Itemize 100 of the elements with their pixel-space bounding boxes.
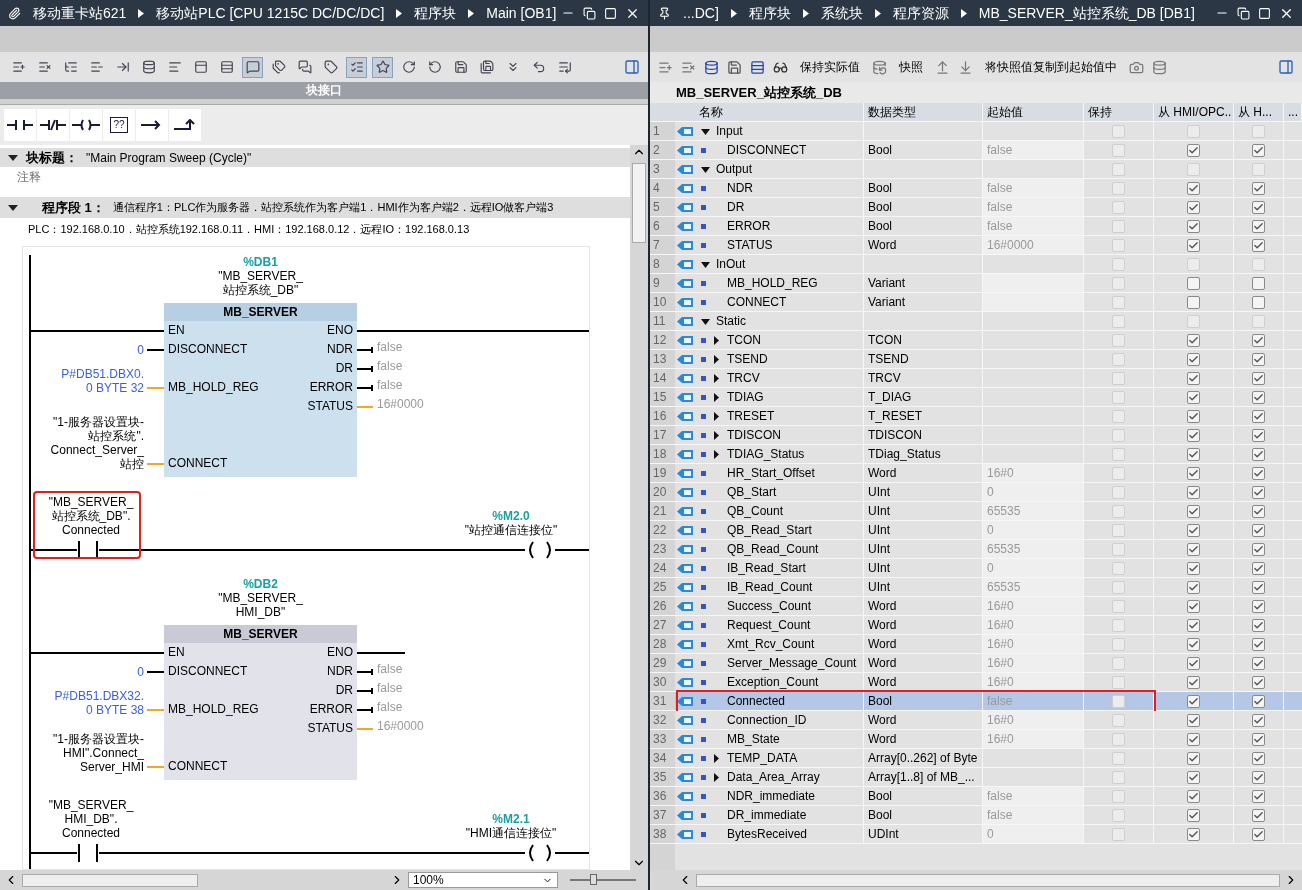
table-row[interactable]: 24 IB_Read_Start UInt 0	[650, 559, 1302, 578]
checkbox[interactable]	[1252, 428, 1265, 442]
table-row[interactable]: 30 Exception_Count Word 16#0	[650, 673, 1302, 692]
checkbox[interactable]	[1252, 276, 1265, 290]
toolbar-button[interactable]: 保持实际值	[796, 58, 864, 76]
checkbox[interactable]	[1252, 485, 1265, 499]
checkbox[interactable]	[1112, 181, 1125, 195]
table-row[interactable]: 21 QB_Count UInt 65535	[650, 502, 1302, 521]
table-row[interactable]: 33 MB_State Word 16#0	[650, 730, 1302, 749]
table-row[interactable]: 31 Connected Bool false	[650, 692, 1302, 711]
checkbox[interactable]	[1252, 466, 1265, 480]
checkbox[interactable]	[1187, 124, 1200, 138]
table-row[interactable]: 14 TRCV TRCV	[650, 369, 1302, 388]
breadcrumb-item[interactable]: MB_SERVER_站控系统_DB [DB1]	[978, 2, 1195, 24]
checkbox[interactable]	[1187, 732, 1200, 746]
checkbox[interactable]	[1187, 713, 1200, 727]
column-header[interactable]: 保持	[1084, 103, 1154, 121]
checkbox[interactable]	[1187, 580, 1200, 594]
checkbox[interactable]	[1112, 675, 1125, 689]
checkbox[interactable]	[1187, 295, 1200, 309]
checkbox[interactable]	[1112, 637, 1125, 651]
checkbox[interactable]	[1187, 257, 1200, 271]
checkbox[interactable]	[1252, 713, 1265, 727]
checkbox[interactable]	[1112, 409, 1125, 423]
maximize-icon[interactable]	[1258, 6, 1271, 20]
list-x-icon[interactable]	[681, 59, 696, 75]
triangle-down-icon[interactable]	[8, 153, 18, 162]
zoom-field[interactable]: 100%	[408, 872, 558, 888]
checkbox[interactable]	[1112, 542, 1125, 556]
triangle-down-icon[interactable]	[701, 164, 710, 174]
checkbox[interactable]	[1187, 675, 1200, 689]
checkbox[interactable]	[1187, 789, 1200, 803]
checkbox[interactable]	[1187, 466, 1200, 480]
triangle-down-icon[interactable]	[8, 203, 18, 212]
checkbox[interactable]	[1112, 257, 1125, 271]
triangle-right-icon[interactable]	[712, 335, 721, 345]
table-row[interactable]: 3 Output	[650, 160, 1302, 179]
checkbox[interactable]	[1252, 200, 1265, 214]
table-row[interactable]: 2 DISCONNECT Bool false	[650, 141, 1302, 160]
database-icon[interactable]	[704, 59, 719, 75]
checkbox[interactable]	[1112, 485, 1125, 499]
checkbox[interactable]	[1112, 504, 1125, 518]
checkbox[interactable]	[1112, 352, 1125, 366]
checkbox[interactable]	[1252, 352, 1265, 366]
column-header[interactable]: 数据类型	[864, 103, 983, 121]
restore-icon[interactable]	[583, 6, 596, 20]
checkbox[interactable]	[1252, 257, 1265, 271]
checkbox[interactable]	[1112, 789, 1125, 803]
toolbar-button[interactable]	[346, 56, 367, 78]
triangle-right-icon[interactable]	[712, 354, 721, 364]
toolbar-button[interactable]	[242, 56, 263, 78]
checkbox[interactable]	[1252, 770, 1265, 784]
triangle-down-icon[interactable]	[701, 259, 710, 269]
table-row[interactable]: 11 Static	[650, 312, 1302, 331]
restore-icon[interactable]	[1237, 6, 1250, 20]
ladder-element-button[interactable]	[136, 109, 168, 141]
table-row[interactable]: 26 Success_Count Word 16#0	[650, 597, 1302, 616]
checkbox[interactable]	[1252, 751, 1265, 765]
checkbox[interactable]	[1252, 542, 1265, 556]
checkbox[interactable]	[1112, 200, 1125, 214]
checkbox[interactable]	[1187, 238, 1200, 252]
table-row[interactable]: 32 Connection_ID Word 16#0	[650, 711, 1302, 730]
checkbox[interactable]	[1252, 523, 1265, 537]
checkbox[interactable]	[1252, 808, 1265, 822]
rows-icon[interactable]	[750, 59, 765, 75]
checkbox[interactable]	[1187, 504, 1200, 518]
checkbox[interactable]	[1187, 371, 1200, 385]
vertical-scrollbar[interactable]	[630, 145, 648, 870]
checkbox[interactable]	[1112, 371, 1125, 385]
horizontal-scrollbar[interactable]	[22, 873, 198, 887]
checkbox[interactable]	[1112, 219, 1125, 233]
breadcrumb-item[interactable]: 程序块	[414, 2, 457, 24]
checkbox[interactable]	[1252, 143, 1265, 157]
column-header[interactable]: 从 H...	[1234, 103, 1284, 121]
checkbox[interactable]	[1112, 561, 1125, 575]
table-row[interactable]: 19 HR_Start_Offset Word 16#0	[650, 464, 1302, 483]
checkbox[interactable]	[1187, 808, 1200, 822]
table-row[interactable]: 25 IB_Read_Count UInt 65535	[650, 578, 1302, 597]
triangle-right-icon[interactable]	[712, 772, 721, 782]
checkbox[interactable]	[1252, 618, 1265, 632]
table-row[interactable]: 17 TDISCON TDISCON	[650, 426, 1302, 445]
table-row[interactable]: 16 TRESET T_RESET	[650, 407, 1302, 426]
checkbox[interactable]	[1252, 732, 1265, 746]
checkbox[interactable]	[1187, 276, 1200, 290]
checkbox[interactable]	[1187, 409, 1200, 423]
checkbox[interactable]	[1187, 656, 1200, 670]
checkbox[interactable]	[1112, 276, 1125, 290]
checkbox[interactable]	[1112, 827, 1125, 841]
checkbox[interactable]	[1187, 200, 1200, 214]
table-row[interactable]: 37 DR_immediate Bool false	[650, 806, 1302, 825]
checkbox[interactable]	[1252, 561, 1265, 575]
checkbox[interactable]	[1187, 827, 1200, 841]
column-header[interactable]: 名称	[675, 103, 864, 121]
checkbox[interactable]	[1112, 143, 1125, 157]
checkbox[interactable]	[1252, 314, 1265, 328]
checkbox[interactable]	[1112, 295, 1125, 309]
horizontal-scrollbar[interactable]	[696, 873, 1280, 887]
checkbox[interactable]	[1112, 580, 1125, 594]
checkbox[interactable]	[1112, 314, 1125, 328]
ladder-element-button[interactable]: ??	[103, 109, 135, 141]
